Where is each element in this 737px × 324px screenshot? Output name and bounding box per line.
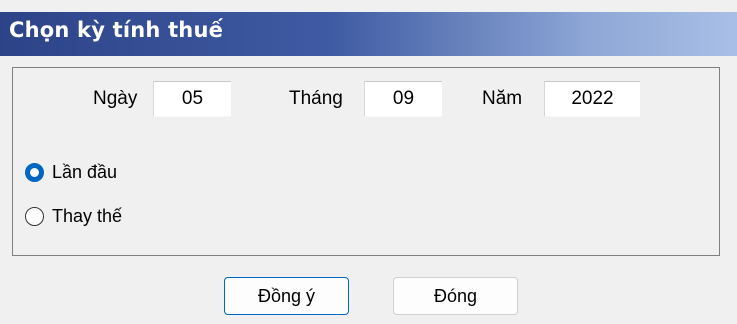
radio-first-time[interactable]: Lần đầu <box>25 160 117 184</box>
dialog-titlebar: Chọn kỳ tính thuế <box>0 12 737 56</box>
radio-replacement[interactable]: Thay thế <box>25 204 122 228</box>
month-label: Tháng <box>289 88 343 109</box>
radio-replacement-indicator[interactable] <box>25 206 44 226</box>
radio-first-time-indicator[interactable] <box>25 162 44 182</box>
day-input[interactable]: 05 <box>153 81 231 117</box>
tax-period-group: Ngày 05 Tháng 09 Năm 2022 Lần đầu Thay t… <box>12 67 720 256</box>
radio-replacement-label: Thay thế <box>52 205 123 226</box>
year-label: Năm <box>482 88 523 109</box>
ok-button[interactable]: Đồng ý <box>224 277 349 315</box>
close-button[interactable]: Đóng <box>393 277 518 315</box>
day-label: Ngày <box>93 88 138 109</box>
dialog-title: Chọn kỳ tính thuế <box>9 18 224 42</box>
month-input[interactable]: 09 <box>364 81 442 117</box>
radio-first-time-label: Lần đầu <box>52 161 118 182</box>
year-input[interactable]: 2022 <box>544 81 640 117</box>
